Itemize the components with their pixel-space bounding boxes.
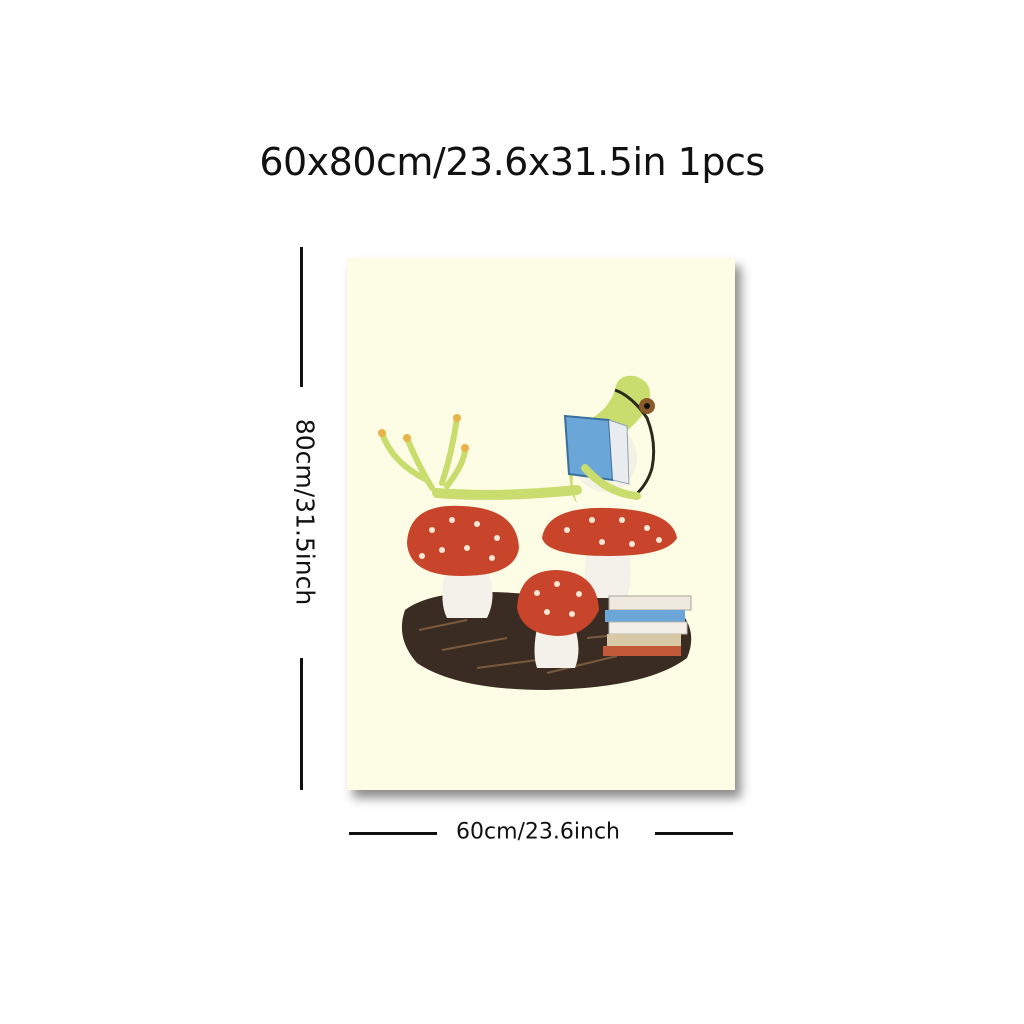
mushroom-cap-left (407, 505, 519, 576)
book-stack (603, 595, 692, 656)
product-title: 60x80cm/23.6x31.5in 1pcs (259, 140, 765, 184)
height-dimension-line-top (300, 247, 303, 387)
width-label: 60cm/23.6inch (455, 819, 621, 845)
mushroom-cap-right (542, 507, 677, 556)
frog-leg (432, 485, 582, 500)
mushroom-stem-left (442, 573, 493, 618)
frog-mushroom-artwork (378, 375, 692, 690)
height-label: 80cm/31.5inch (290, 418, 320, 606)
width-dimension-line-right (655, 832, 733, 835)
width-dimension-line-left (349, 832, 437, 835)
canvas-print (347, 258, 735, 790)
height-dimension-line-bottom (300, 658, 303, 790)
